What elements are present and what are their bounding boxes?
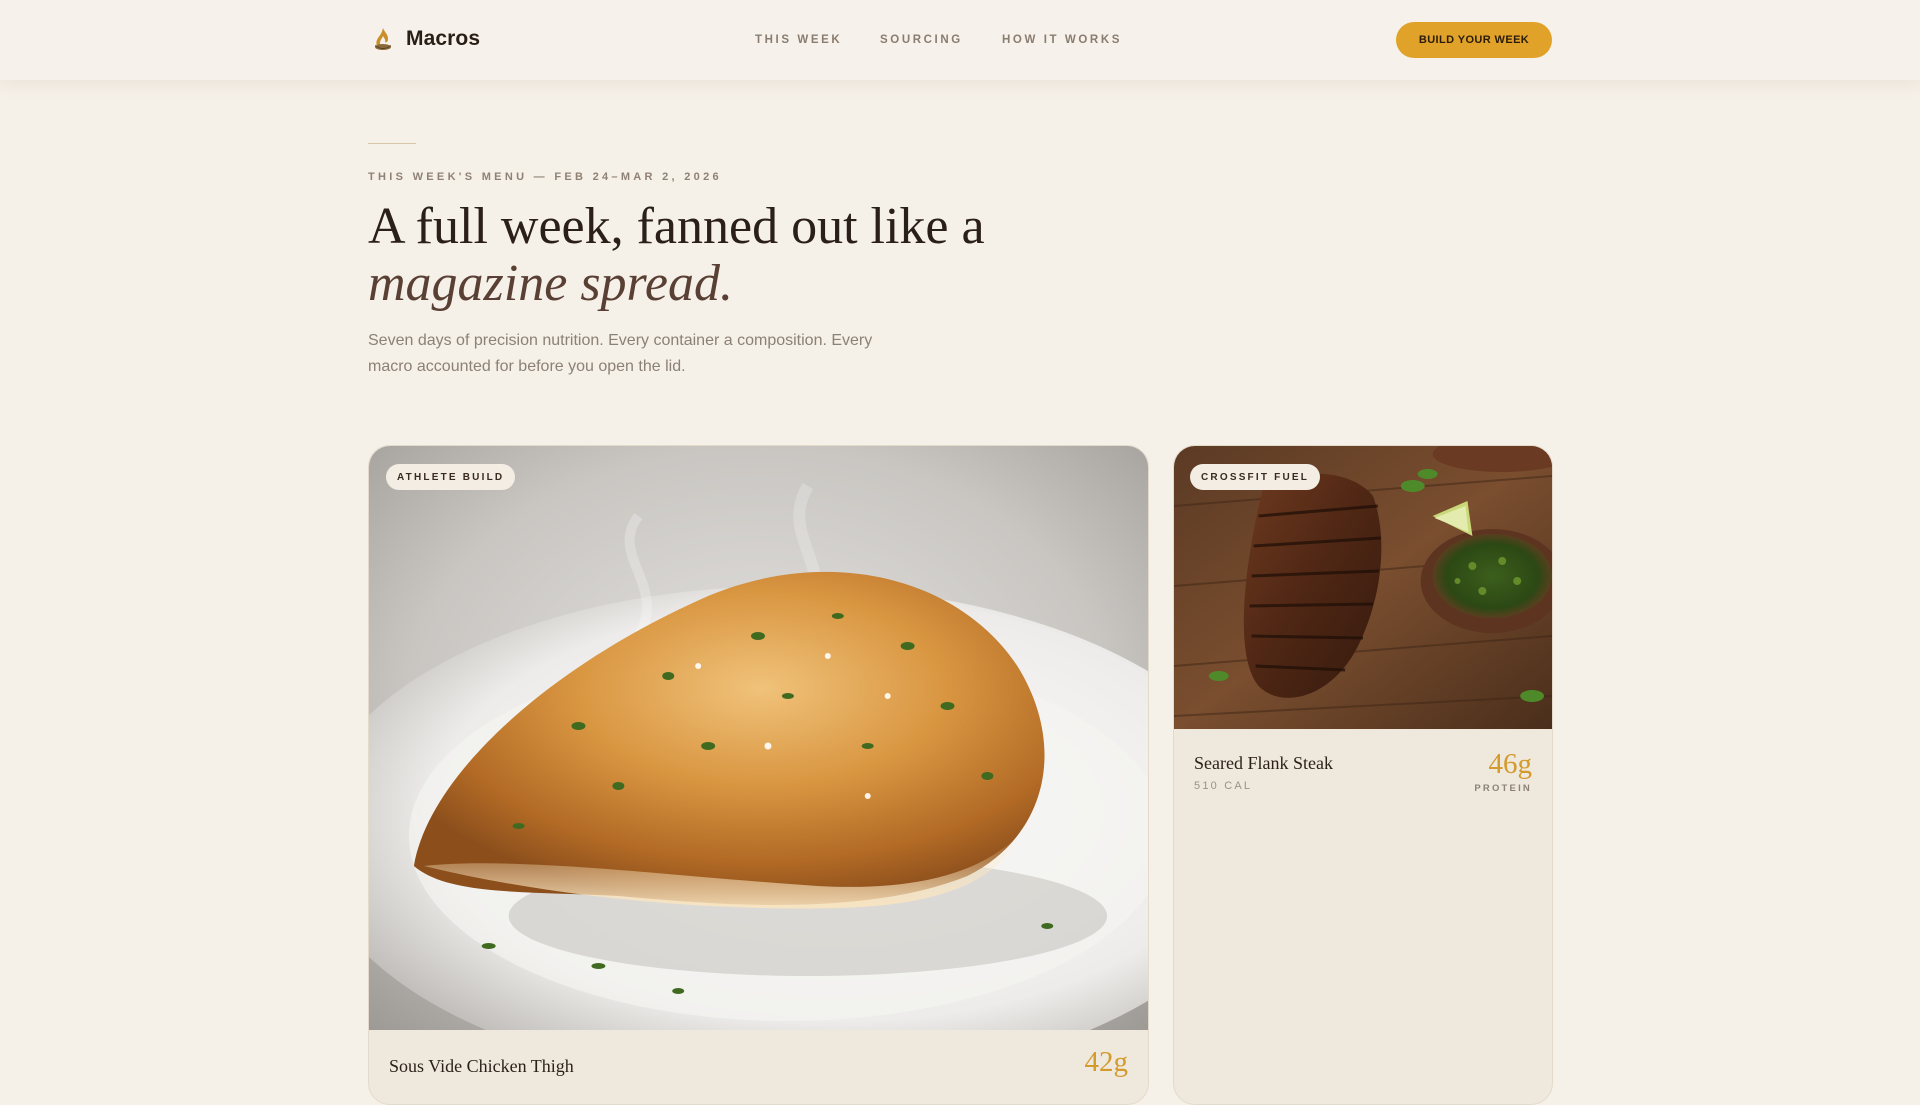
menu-week-eyebrow: THIS WEEK'S MENU — FEB 24–MAR 2, 2026 [368,171,722,183]
eyebrow-divider [368,143,416,144]
protein-value: 46g [1488,748,1533,780]
hero-subtitle: Seven days of precision nutrition. Every… [368,332,873,375]
nav-link-how-it-works[interactable]: HOW IT WORKS [1002,34,1122,46]
nav-link-sourcing[interactable]: SOURCING [880,34,963,46]
seared-chicken-breast-photo [369,446,1148,1030]
top-nav-bar: Macros THIS WEEK SOURCING HOW IT WORKS B… [0,0,1920,80]
protein-label: PROTEIN [1474,783,1532,794]
page-headline: A full week, fanned out like a magazine … [368,198,1268,312]
meal-tag-crossfit-fuel: CROSSFIT FUEL [1190,464,1321,490]
meal-calories: 510 CAL [1194,780,1253,792]
meal-name: Seared Flank Steak [1194,753,1333,773]
meal-card-featured[interactable]: ATHLETE BUILD Sous Vide Chicken Thigh 42… [368,445,1149,1105]
headline-line-1: A full week, fanned out like a [368,198,985,255]
primary-nav: THIS WEEK SOURCING HOW IT WORKS [0,34,1920,48]
meal-card[interactable]: CROSSFIT FUEL Seared Flank Steak 510 CAL… [1173,445,1553,1105]
nav-link-this-week[interactable]: THIS WEEK [755,34,842,46]
meal-tag-athlete-build: ATHLETE BUILD [386,464,516,490]
protein-value: 42g [1084,1046,1129,1078]
meal-name: Sous Vide Chicken Thigh [389,1056,574,1076]
build-your-week-button[interactable]: BUILD YOUR WEEK [1396,22,1552,58]
headline-line-2: magazine spread. [368,255,733,312]
